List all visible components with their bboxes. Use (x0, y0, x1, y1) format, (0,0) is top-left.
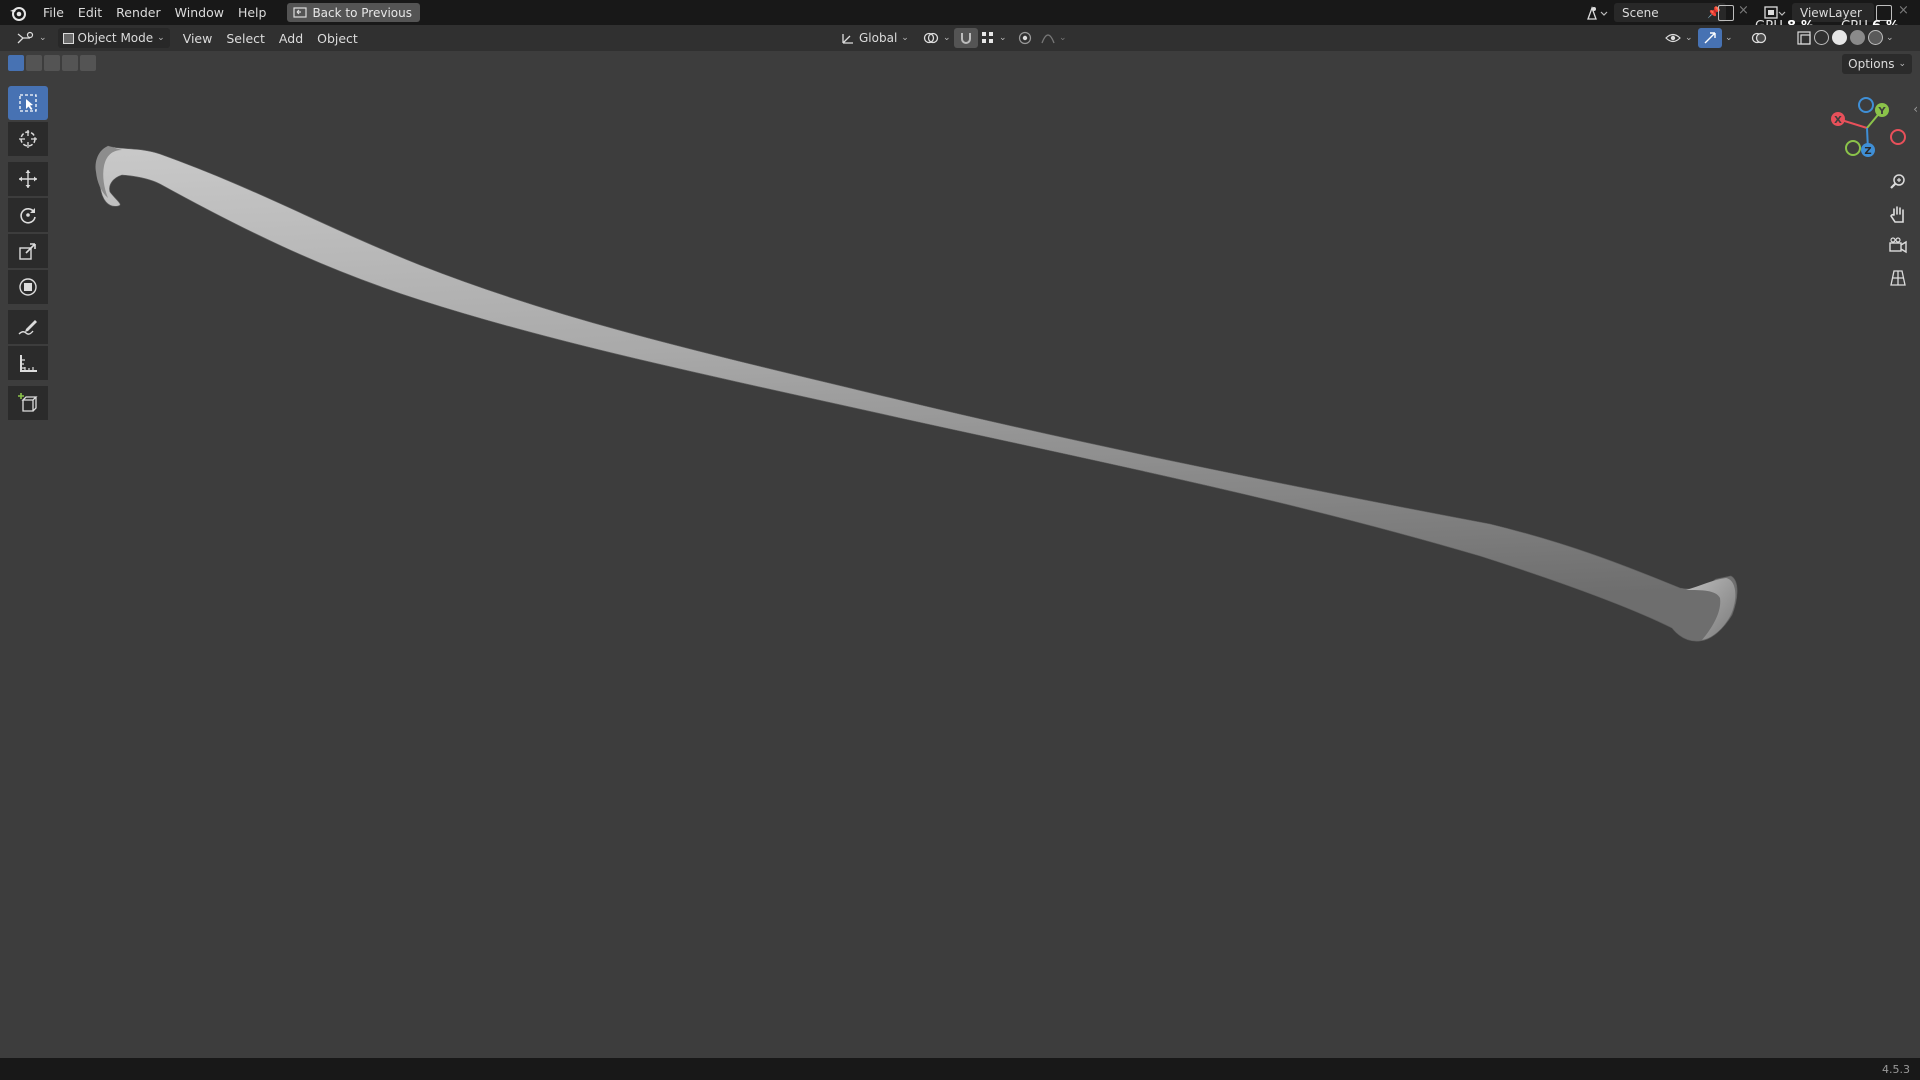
menu-edit[interactable]: Edit (71, 0, 109, 25)
new-scene-icon[interactable] (1718, 5, 1734, 21)
delete-scene-icon[interactable]: × (1738, 3, 1749, 18)
overlays-icon (1751, 32, 1767, 44)
rendered-shading-icon[interactable] (1868, 30, 1883, 45)
editor-type-dropdown[interactable]: ⌄ (12, 28, 52, 48)
mode-dropdown[interactable]: Object Mode ⌄ (57, 28, 170, 48)
shading-mode-group: ⌄ (1814, 30, 1894, 45)
scene-type-icon[interactable] (1586, 4, 1612, 22)
visibility-dropdown[interactable]: ⌄ (1660, 28, 1698, 48)
gizmo-toggle[interactable] (1698, 28, 1722, 48)
falloff-dropdown[interactable]: ⌄ (1036, 28, 1072, 48)
chevron-down-icon[interactable]: ⌄ (1886, 33, 1894, 43)
magnet-icon (961, 33, 971, 44)
pivot-icon (923, 32, 939, 44)
chevron-down-icon: ⌄ (39, 33, 47, 43)
gizmo-icon (1704, 32, 1716, 44)
snap-target-dropdown[interactable]: ⌄ (976, 28, 1012, 48)
mode-label: Object Mode (77, 31, 154, 45)
snap-toggle[interactable] (954, 28, 978, 48)
pivot-point-dropdown[interactable]: ⌄ (918, 28, 956, 48)
screen-back-icon (293, 6, 308, 18)
xray-icon (1797, 31, 1811, 45)
blender-logo-icon[interactable] (0, 0, 36, 25)
chevron-down-icon: ⌄ (943, 33, 951, 43)
orientation-label: Global (859, 31, 898, 45)
delete-view-layer-icon[interactable]: × (1898, 3, 1909, 18)
chevron-down-icon: ⌄ (901, 33, 909, 43)
menu-add[interactable]: Add (272, 26, 310, 51)
scene-name: Scene (1622, 5, 1659, 20)
eye-icon (1665, 33, 1681, 43)
material-shading-icon[interactable] (1850, 30, 1865, 45)
chevron-down-icon: ⌄ (999, 33, 1007, 43)
proportional-editing-icon (1018, 31, 1032, 45)
back-to-previous-button[interactable]: Back to Previous (287, 3, 420, 22)
rod-mesh-object[interactable] (95, 145, 1738, 642)
chevron-down-icon: ⌄ (1725, 33, 1733, 43)
snap-increment-icon (982, 32, 993, 43)
object-mode-icon (62, 32, 74, 44)
transform-orientation-dropdown[interactable]: Global ⌄ (836, 28, 914, 48)
falloff-curve-icon (1041, 34, 1055, 44)
menu-object[interactable]: Object (310, 26, 365, 51)
solid-shading-icon[interactable] (1832, 30, 1847, 45)
scene-selector[interactable]: Scene 📌 (1614, 3, 1726, 22)
menu-window[interactable]: Window (168, 0, 231, 25)
view3d-editor-icon (17, 31, 34, 44)
chevron-down-icon: ⌄ (157, 33, 165, 43)
menu-file[interactable]: File (36, 0, 71, 25)
status-bar: 4.5.3 (0, 1058, 1920, 1080)
version-label: 4.5.3 (1882, 1063, 1910, 1076)
orientation-axes-icon (842, 34, 853, 44)
viewport-canvas[interactable] (0, 51, 1920, 1058)
view-layer-name: ViewLayer (1800, 5, 1862, 20)
xray-toggle[interactable] (1792, 28, 1816, 48)
menu-render[interactable]: Render (109, 0, 168, 25)
menu-help[interactable]: Help (231, 0, 274, 25)
wireframe-shading-icon[interactable] (1814, 30, 1829, 45)
viewport-header: ⌄ Object Mode ⌄ View Select Add Object G… (0, 25, 1920, 51)
proportional-editing-toggle[interactable] (1013, 28, 1037, 48)
chevron-down-icon: ⌄ (1059, 33, 1067, 43)
back-to-previous-label: Back to Previous (312, 5, 412, 20)
overlays-toggle[interactable] (1746, 28, 1772, 48)
gizmo-dropdown[interactable]: ⌄ (1720, 28, 1738, 48)
chevron-down-icon: ⌄ (1685, 33, 1693, 43)
menu-view[interactable]: View (176, 26, 220, 51)
menu-select[interactable]: Select (219, 26, 272, 51)
